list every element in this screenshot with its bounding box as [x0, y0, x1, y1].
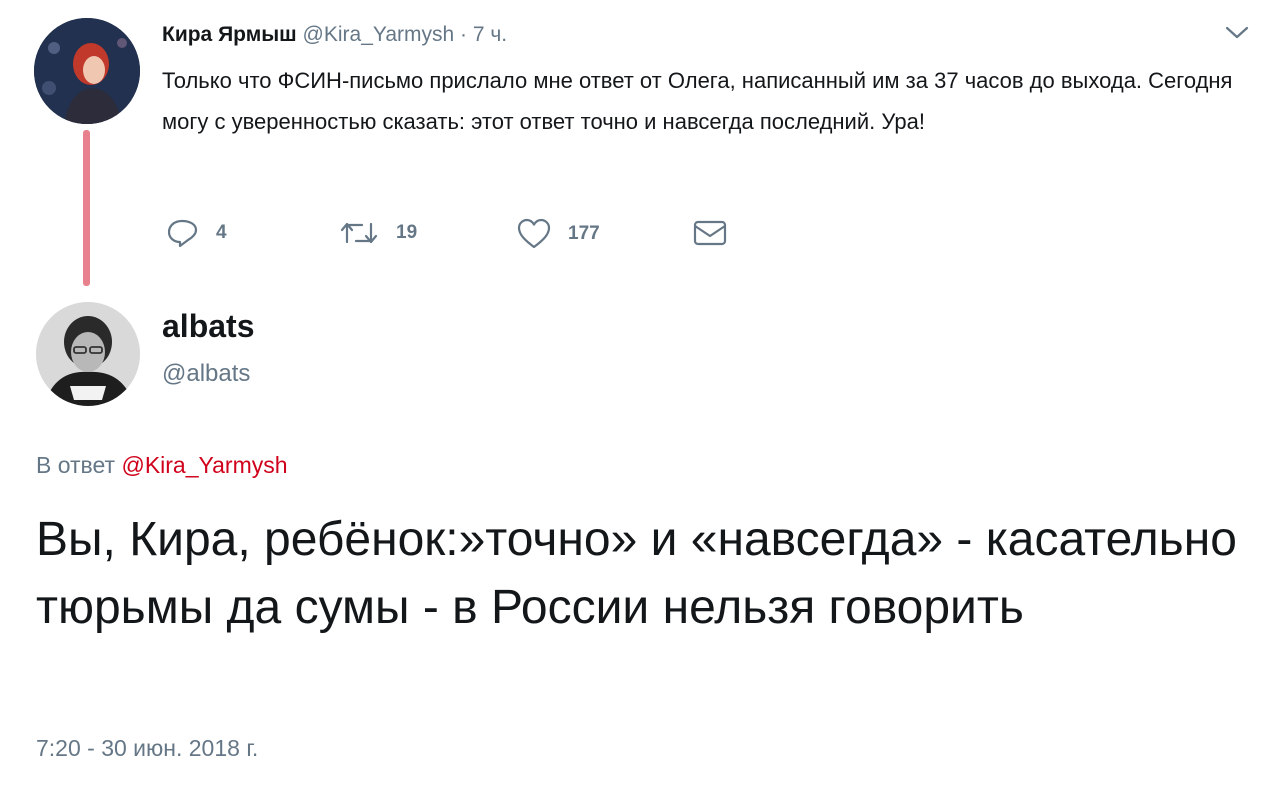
retweet-icon	[340, 222, 378, 244]
avatar-kira[interactable]	[34, 18, 140, 124]
reply-button[interactable]: 4	[166, 218, 227, 248]
author-name[interactable]: albats	[162, 308, 254, 345]
reply-to-handle[interactable]: @Kira_Yarmysh	[121, 452, 287, 478]
like-count: 177	[568, 223, 600, 244]
direct-message-icon	[693, 220, 727, 246]
avatar-kira-image	[34, 18, 140, 124]
direct-message-button[interactable]	[692, 218, 728, 248]
reply-count: 4	[216, 222, 227, 243]
parent-tweet-text: Только что ФСИН-письмо прислало мне отве…	[162, 68, 1233, 134]
avatar-albats-image	[36, 302, 140, 406]
reply-tweet-text: Вы, Кира, ребёнок:»точно» и «навсегда» -…	[36, 513, 1237, 634]
like-button[interactable]: 177	[516, 218, 600, 250]
caret-down-icon[interactable]	[1224, 22, 1250, 47]
retweet-button[interactable]: 19	[338, 218, 417, 248]
reply-context: В ответ @Kira_Yarmysh	[36, 452, 288, 479]
tweet-time[interactable]: · 7 ч.	[460, 23, 507, 46]
author-handle[interactable]: @albats	[162, 360, 250, 388]
author-name[interactable]: Кира Ярмыш	[162, 23, 297, 46]
thread-line	[83, 130, 90, 286]
retweet-count: 19	[396, 222, 418, 243]
author-handle[interactable]: @Kira_Yarmysh	[303, 23, 455, 46]
reply-prefix: В ответ	[36, 452, 116, 478]
reply-icon	[167, 219, 198, 248]
parent-tweet-header: Кира Ярмыш @Kira_Yarmysh · 7 ч.	[162, 23, 507, 47]
tweet-timestamp[interactable]: 7:20 - 30 июн. 2018 г.	[36, 735, 258, 762]
like-icon	[517, 218, 551, 249]
avatar-albats[interactable]	[36, 302, 140, 406]
